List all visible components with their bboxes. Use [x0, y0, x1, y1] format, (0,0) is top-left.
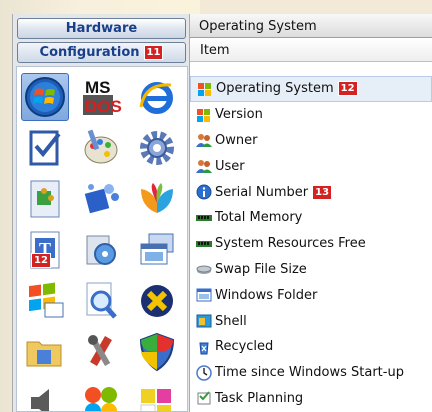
msdos-icon[interactable]: MS DOS: [77, 73, 125, 121]
item-badge: 13: [312, 184, 333, 200]
list-item-label: User: [215, 158, 245, 174]
column-header-item[interactable]: Item: [190, 38, 432, 62]
list-item-label: System Resources Free: [215, 236, 366, 252]
internet-explorer-icon[interactable]: [133, 73, 181, 121]
svg-text:MS: MS: [85, 78, 111, 97]
tools-icon[interactable]: [77, 328, 125, 376]
grid-badge: 12: [31, 253, 51, 268]
list-item-version[interactable]: Version: [190, 102, 432, 128]
configuration-button[interactable]: Configuration 11: [17, 42, 186, 63]
list-item-time-since-start[interactable]: Time since Windows Start-up: [190, 360, 432, 386]
item-list: Operating System 12 Version Owner User S…: [190, 76, 432, 411]
remove-x-icon[interactable]: [133, 277, 181, 325]
network-puzzle-icon[interactable]: [77, 175, 125, 223]
list-item-label: Serial Number: [215, 184, 309, 200]
list-item-total-memory[interactable]: Total Memory: [190, 205, 432, 231]
list-item-system-resources-free[interactable]: System Resources Free: [190, 231, 432, 257]
taskbar-color-icon[interactable]: [133, 379, 181, 411]
computer-window-icon[interactable]: [133, 226, 181, 274]
windows-flag-icon: [197, 81, 213, 97]
svg-text:DOS: DOS: [85, 97, 122, 116]
folder-tools-icon[interactable]: [21, 328, 69, 376]
windows-flag-icon[interactable]: [21, 277, 69, 325]
hardware-label: Hardware: [65, 21, 138, 36]
checklist-icon[interactable]: [21, 124, 69, 172]
category-icon-grid: MS DOS T 12: [16, 66, 188, 412]
list-item-task-planning[interactable]: Task Planning: [190, 386, 432, 412]
windows-flag-round-icon[interactable]: [77, 379, 125, 411]
search-magnifier-icon[interactable]: [77, 277, 125, 325]
list-item-label: Time since Windows Start-up: [215, 365, 404, 381]
window-icon: [196, 287, 212, 303]
item-badge: 12: [337, 81, 358, 97]
users-icon: [196, 158, 212, 174]
users-icon: [196, 132, 212, 148]
configuration-badge: 11: [143, 45, 164, 60]
list-item-serial-number[interactable]: Serial Number 13: [190, 179, 432, 205]
memory-chip-icon: [196, 236, 212, 252]
task-planner-icon: [196, 390, 212, 406]
puzzle-document-icon[interactable]: [21, 175, 69, 223]
list-item-operating-system[interactable]: Operating System 12: [190, 76, 432, 102]
gear-icon[interactable]: [133, 124, 181, 172]
disk-icon: [196, 261, 212, 277]
list-item-label: Operating System: [216, 81, 334, 97]
list-item-shell[interactable]: Shell: [190, 308, 432, 334]
list-item-label: Version: [215, 107, 263, 123]
pane-title: Operating System: [190, 14, 432, 38]
paint-palette-icon[interactable]: [77, 124, 125, 172]
clock-icon: [196, 364, 212, 381]
configuration-label: Configuration: [39, 45, 140, 60]
font-document-icon[interactable]: T 12: [21, 226, 69, 274]
list-item-label: Windows Folder: [215, 287, 318, 303]
list-item-label: Owner: [215, 132, 258, 148]
details-pane: Operating System Item Operating System 1…: [190, 14, 432, 412]
windows-logo-icon[interactable]: [21, 73, 69, 121]
speaker-icon[interactable]: [21, 379, 69, 411]
shell-window-icon: [196, 313, 212, 329]
info-icon: [196, 184, 212, 200]
list-item-label: Shell: [215, 313, 247, 329]
list-item-owner[interactable]: Owner: [190, 128, 432, 154]
recycle-bin-icon: [196, 339, 212, 355]
windows-flag-icon: [196, 107, 212, 123]
shield-icon[interactable]: [133, 328, 181, 376]
memory-chip-icon: [196, 210, 212, 226]
list-item-swap-file-size[interactable]: Swap File Size: [190, 257, 432, 283]
list-item-label: Recycled: [215, 339, 274, 355]
hardware-button[interactable]: Hardware: [17, 18, 186, 39]
list-item-recycled[interactable]: Recycled: [190, 334, 432, 360]
list-item-windows-folder[interactable]: Windows Folder: [190, 282, 432, 308]
msn-butterfly-icon[interactable]: [133, 175, 181, 223]
list-item-label: Task Planning: [215, 390, 304, 406]
list-item-user[interactable]: User: [190, 153, 432, 179]
list-item-label: Total Memory: [215, 210, 303, 226]
drive-tools-icon[interactable]: [77, 226, 125, 274]
list-item-label: Swap File Size: [215, 261, 307, 277]
